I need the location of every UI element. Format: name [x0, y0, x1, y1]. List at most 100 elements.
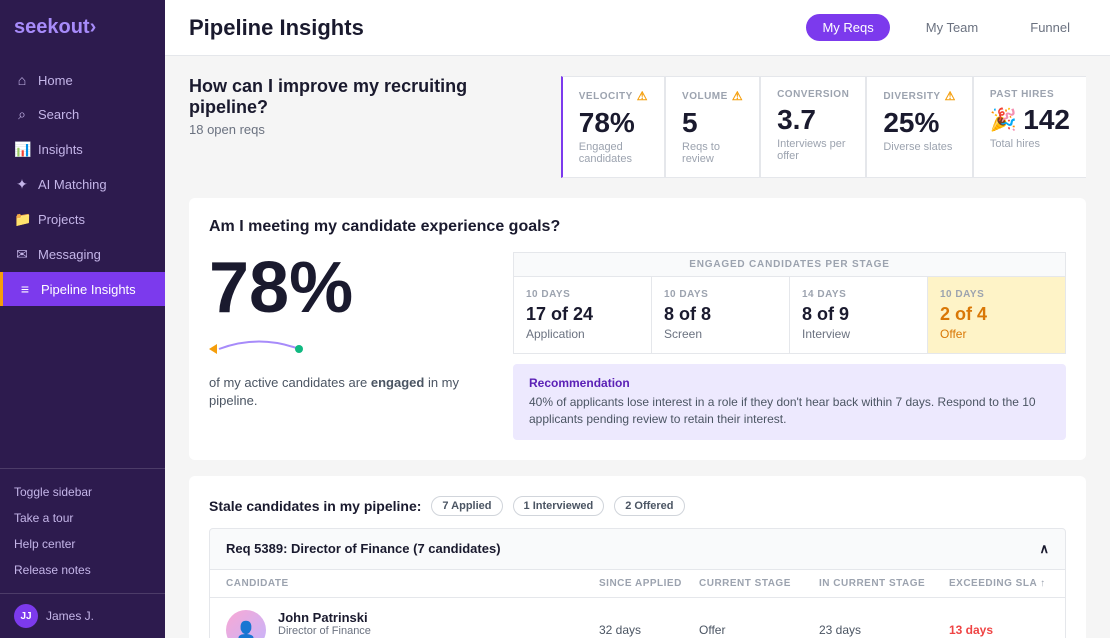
- sidebar-nav: ⌂ Home ⌕ Search 📊 Insights ✦ AI Matching…: [0, 55, 165, 468]
- current-stage-john: Offer: [699, 623, 819, 637]
- warn-icon-velocity: ⚠: [637, 89, 648, 103]
- tab-funnel[interactable]: Funnel: [1014, 14, 1086, 41]
- sidebar-item-home[interactable]: ⌂ Home: [0, 63, 165, 97]
- tab-my-team[interactable]: My Team: [910, 14, 995, 41]
- big-percent-left: 78% of my active candidates are engaged …: [209, 252, 489, 410]
- pipeline-header: How can I improve my recruiting pipeline…: [189, 76, 1086, 178]
- user-profile[interactable]: JJ James J.: [0, 593, 165, 638]
- stage-name-screen: Screen: [664, 327, 777, 341]
- req-header[interactable]: Req 5389: Director of Finance (7 candida…: [210, 529, 1065, 569]
- table-row[interactable]: 👤 John Patrinski Director of Finance Mic…: [210, 598, 1065, 638]
- stage-screen[interactable]: 10 DAYS 8 of 8 Screen: [652, 277, 790, 353]
- sidebar-item-search[interactable]: ⌕ Search: [0, 97, 165, 132]
- badge-interviewed[interactable]: 1 Interviewed: [513, 496, 605, 516]
- metric-diversity[interactable]: DIVERSITY ⚠ 25% Diverse slates: [866, 76, 973, 178]
- stages-container: ENGAGED CANDIDATES PER STAGE 10 DAYS 17 …: [513, 252, 1066, 440]
- stage-days-offer: 10 DAYS: [940, 289, 1053, 300]
- cand-name-john: John Patrinski: [278, 610, 371, 625]
- metric-conversion-sub: Interviews per offer: [777, 138, 849, 162]
- app-logo[interactable]: seekout›: [0, 0, 165, 55]
- metric-past-hires-label: PAST HIRES: [990, 89, 1070, 100]
- metric-past-hires[interactable]: PAST HIRES 🎉 142 Total hires: [973, 76, 1086, 178]
- sidebar-label-search: Search: [38, 107, 79, 122]
- section-title-ce: Am I meeting my candidate experience goa…: [209, 218, 1066, 236]
- metric-volume-label: VOLUME ⚠: [682, 89, 743, 103]
- content-area: How can I improve my recruiting pipeline…: [165, 56, 1110, 638]
- metric-volume-value: 5: [682, 107, 743, 139]
- warn-icon-diversity: ⚠: [945, 89, 956, 103]
- big-percent-symbol: %: [289, 248, 353, 328]
- metric-velocity-value: 78%: [579, 107, 648, 139]
- stage-fraction-offer: 2 of 4: [940, 304, 1053, 325]
- page-title: Pipeline Insights: [189, 15, 786, 41]
- sidebar: seekout› ⌂ Home ⌕ Search 📊 Insights ✦ AI…: [0, 0, 165, 638]
- toggle-sidebar-btn[interactable]: Toggle sidebar: [0, 479, 165, 505]
- stale-candidates-section: Stale candidates in my pipeline: 7 Appli…: [189, 476, 1086, 638]
- sidebar-label-messaging: Messaging: [38, 247, 101, 262]
- pipeline-question-text: How can I improve my recruiting pipeline…: [189, 76, 541, 118]
- cand-title-john: Director of Finance: [278, 625, 371, 637]
- pipeline-icon: ≡: [17, 281, 33, 297]
- logo-text: seekout: [14, 16, 90, 38]
- metric-velocity[interactable]: VELOCITY ⚠ 78% Engaged candidates: [561, 76, 665, 178]
- sidebar-item-insights[interactable]: 📊 Insights: [0, 132, 165, 167]
- sidebar-label-pipeline: Pipeline Insights: [41, 282, 136, 297]
- release-notes-btn[interactable]: Release notes: [0, 557, 165, 583]
- sidebar-label-ai-matching: AI Matching: [38, 177, 107, 192]
- stage-offer[interactable]: 10 DAYS 2 of 4 Offer: [928, 277, 1065, 353]
- sidebar-item-projects[interactable]: 📁 Projects: [0, 202, 165, 237]
- big-percent-desc: of my active candidates are engaged in m…: [209, 374, 489, 410]
- in-current-stage-john: 23 days: [819, 623, 949, 637]
- candidate-info-john: 👤 John Patrinski Director of Finance Mic…: [226, 610, 599, 638]
- metrics-row: VELOCITY ⚠ 78% Engaged candidates VOLUME…: [561, 76, 1086, 178]
- stage-days-interview: 14 DAYS: [802, 289, 915, 300]
- stages-header: ENGAGED CANDIDATES PER STAGE: [513, 252, 1066, 277]
- stage-fraction-interview: 8 of 9: [802, 304, 915, 325]
- sidebar-label-projects: Projects: [38, 212, 85, 227]
- insights-icon: 📊: [14, 141, 30, 158]
- sidebar-item-messaging[interactable]: ✉ Messaging: [0, 237, 165, 272]
- sidebar-item-pipeline-insights[interactable]: ≡ Pipeline Insights: [0, 272, 165, 306]
- big-percent-number: 78: [209, 248, 289, 328]
- sidebar-bottom: Toggle sidebar Take a tour Help center R…: [0, 468, 165, 593]
- metric-diversity-sub: Diverse slates: [883, 141, 956, 153]
- pipeline-question: How can I improve my recruiting pipeline…: [189, 76, 541, 137]
- search-icon: ⌕: [14, 106, 30, 123]
- stage-days-screen: 10 DAYS: [664, 289, 777, 300]
- stage-fraction-application: 17 of 24: [526, 304, 639, 325]
- metric-velocity-sub: Engaged candidates: [579, 141, 648, 165]
- metric-volume[interactable]: VOLUME ⚠ 5 Reqs to review: [665, 76, 760, 178]
- col-since-applied: SINCE APPLIED: [599, 578, 699, 589]
- past-hires-icon: 🎉: [990, 107, 1017, 133]
- metric-conversion-label: CONVERSION: [777, 89, 849, 100]
- req-label: Req 5389: Director of Finance (7 candida…: [226, 541, 501, 556]
- help-center-btn[interactable]: Help center: [0, 531, 165, 557]
- metric-past-hires-value: 142: [1023, 104, 1070, 136]
- sidebar-label-home: Home: [38, 73, 73, 88]
- candidate-details-john: John Patrinski Director of Finance Micro…: [278, 610, 371, 638]
- metric-diversity-label: DIVERSITY ⚠: [883, 89, 956, 103]
- big-percent-row: 78% of my active candidates are engaged …: [209, 252, 1066, 440]
- stage-application[interactable]: 10 DAYS 17 of 24 Application: [514, 277, 652, 353]
- stages-row: 10 DAYS 17 of 24 Application 10 DAYS 8 o…: [513, 277, 1066, 354]
- recommendation-box: Recommendation 40% of applicants lose in…: [513, 364, 1066, 440]
- sidebar-item-ai-matching[interactable]: ✦ AI Matching: [0, 167, 165, 202]
- badge-offered[interactable]: 2 Offered: [614, 496, 684, 516]
- stage-interview[interactable]: 14 DAYS 8 of 9 Interview: [790, 277, 928, 353]
- metric-diversity-value: 25%: [883, 107, 956, 139]
- col-candidate: CANDIDATE: [226, 578, 599, 589]
- tab-my-reqs[interactable]: My Reqs: [806, 14, 889, 41]
- sidebar-label-insights: Insights: [38, 142, 83, 157]
- badge-applied[interactable]: 7 Applied: [431, 496, 502, 516]
- metric-volume-sub: Reqs to review: [682, 141, 743, 165]
- open-reqs-text: 18 open reqs: [189, 122, 541, 137]
- col-exceeding-sla: EXCEEDING SLA ↑: [949, 578, 1049, 589]
- metric-past-hires-sub: Total hires: [990, 138, 1070, 150]
- take-a-tour-btn[interactable]: Take a tour: [0, 505, 165, 531]
- metric-conversion[interactable]: CONVERSION 3.7 Interviews per offer: [760, 76, 866, 178]
- stale-title: Stale candidates in my pipeline:: [209, 498, 421, 514]
- metric-velocity-label: VELOCITY ⚠: [579, 89, 648, 103]
- table-header: CANDIDATE SINCE APPLIED CURRENT STAGE IN…: [210, 569, 1065, 598]
- big-percent-display: 78%: [209, 252, 489, 324]
- main-content: Pipeline Insights My Reqs My Team Funnel…: [165, 0, 1110, 638]
